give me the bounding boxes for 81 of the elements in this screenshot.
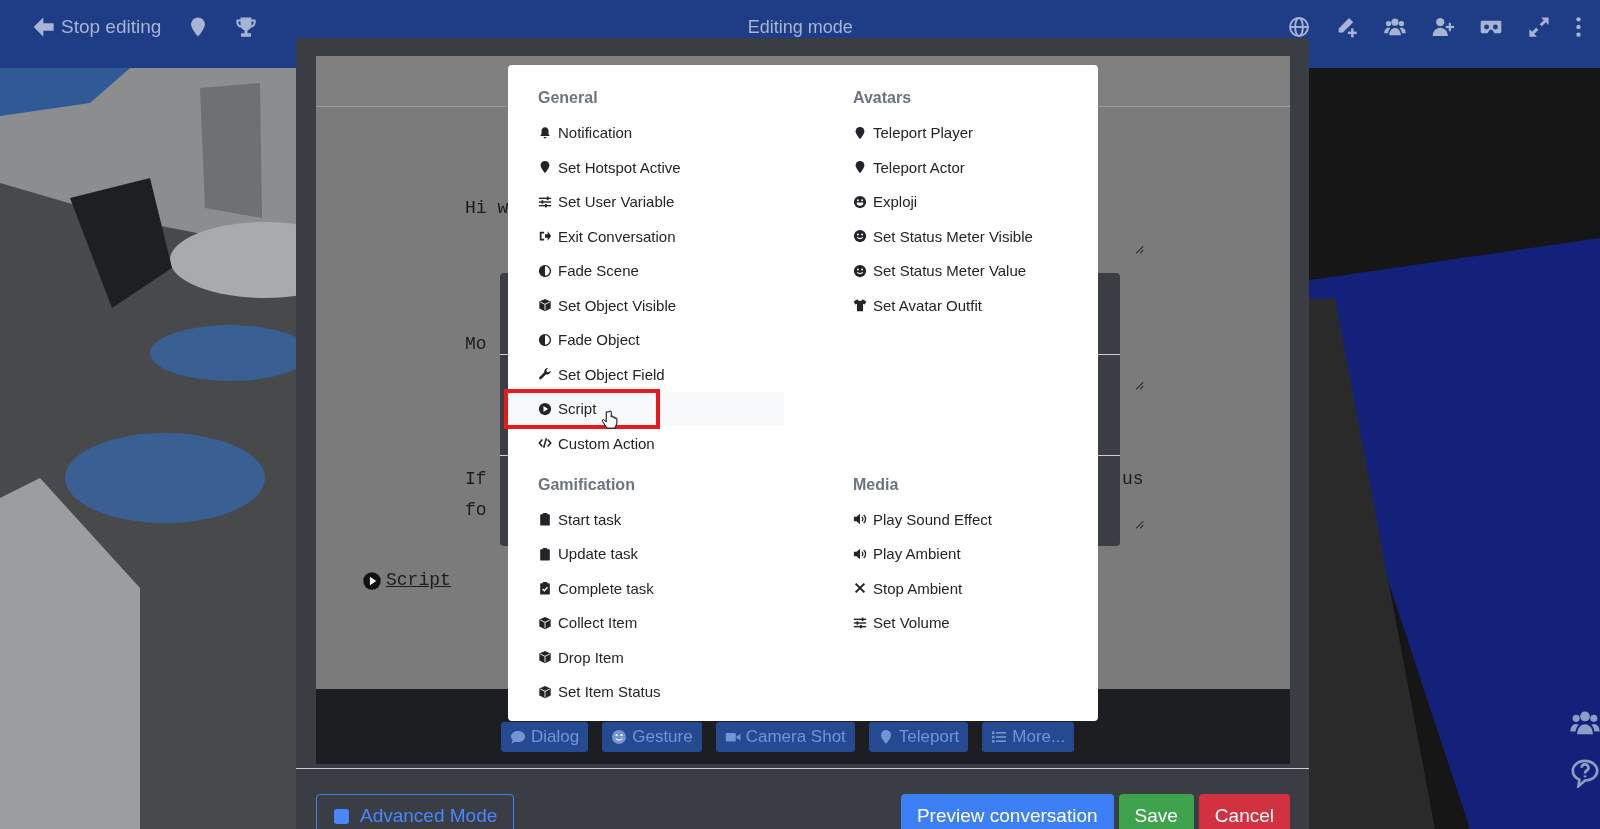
menu-item[interactable]: Custom Action (508, 426, 784, 461)
half-circle-icon (538, 332, 552, 347)
map-pin-icon (853, 160, 867, 175)
menu-item[interactable]: Play Sound Effect (823, 502, 1099, 537)
footer-button[interactable]: Cancel (1198, 794, 1290, 829)
hand-cursor-icon (600, 409, 620, 430)
bell-icon (538, 125, 552, 140)
users-icon (1384, 16, 1406, 38)
trophy-button[interactable] (235, 16, 258, 38)
menu-item[interactable]: Teleport Player (823, 115, 1099, 150)
menu-section-title: Gamification (537, 474, 636, 495)
comment-icon (510, 729, 526, 745)
menu-item[interactable]: Set Status Meter Value (823, 253, 1099, 288)
smile-icon (853, 263, 867, 278)
smile-icon (611, 729, 628, 745)
menu-section-title: Avatars (852, 88, 913, 108)
menu-item[interactable]: Set Object Field (508, 357, 784, 392)
menu-item[interactable]: Set Object Visible (508, 288, 784, 323)
menu-item[interactable]: Exit Conversation (508, 219, 784, 254)
grin-icon (853, 194, 867, 209)
play-icon (362, 570, 382, 591)
script-link[interactable]: Script (362, 565, 451, 596)
pencil-plus-icon (1336, 16, 1358, 38)
dialog-text: If (465, 468, 487, 491)
kebab-icon (1576, 17, 1581, 37)
menu-item[interactable]: Set Avatar Outfit (823, 288, 1099, 323)
speaker-icon (853, 546, 867, 561)
menu-item[interactable]: Set Hotspot Active (508, 150, 784, 185)
user-plus-icon (1432, 16, 1454, 38)
list-icon (991, 729, 1008, 745)
menu-section-title: Media (852, 474, 900, 495)
menu-item[interactable]: Set User Variable (508, 184, 784, 219)
menu-item[interactable]: Update task (508, 536, 784, 571)
trophy-icon (235, 16, 258, 38)
half-circle-icon (538, 263, 552, 278)
menu-item[interactable]: Notification (508, 115, 784, 150)
footer-button[interactable]: Preview conversation (900, 794, 1114, 829)
smile-icon (853, 229, 867, 244)
cube-icon (538, 615, 552, 630)
menu-item[interactable]: Set Status Meter Visible (823, 219, 1099, 254)
play-icon (538, 401, 552, 416)
close-icon (853, 581, 867, 596)
map-pin-icon (853, 125, 867, 140)
code-icon (538, 436, 552, 451)
menu-item[interactable]: Exploji (823, 184, 1099, 219)
dialog-text: fo (465, 499, 487, 522)
dialog-text: Mo (465, 333, 487, 356)
page-title: Editing mode (746, 16, 854, 38)
menu-item[interactable]: Complete task (508, 571, 784, 606)
sliders-icon (538, 194, 552, 209)
clipboard-icon (538, 512, 552, 527)
square-icon (333, 807, 350, 825)
cube-icon (538, 684, 552, 699)
globe-icon (1288, 16, 1310, 38)
cube-icon (538, 298, 552, 313)
menu-item[interactable]: Teleport Actor (823, 150, 1099, 185)
menu-item[interactable]: Stop Ambient (823, 571, 1099, 606)
menu-item[interactable]: Play Ambient (823, 536, 1099, 571)
menu-section-title: General (537, 88, 599, 108)
help-bubble-icon (1570, 758, 1600, 788)
menu-item[interactable]: Set Item Status (508, 674, 784, 709)
sliders-icon (853, 615, 867, 630)
clipboard-icon (538, 546, 552, 561)
arrow-left-icon (33, 16, 55, 38)
wrench-icon (538, 367, 552, 382)
dialog-text: us (1122, 468, 1144, 491)
help-button[interactable] (1570, 758, 1600, 788)
stop-editing-button[interactable]: Stop editing (33, 16, 162, 38)
menu-item[interactable]: Set Volume (823, 605, 1099, 640)
map-pin-icon (538, 160, 552, 175)
menu-item[interactable]: Collect Item (508, 605, 784, 640)
menu-item[interactable]: Fade Scene (508, 253, 784, 288)
clipboard-check-icon (538, 581, 552, 596)
expand-icon (1528, 16, 1550, 38)
speaker-icon (853, 512, 867, 527)
dialog-text: Hi w (465, 197, 509, 220)
cube-icon (538, 650, 552, 665)
tshirt-icon (853, 298, 867, 313)
menu-item[interactable]: Fade Object (508, 322, 784, 357)
menu-item[interactable]: Drop Item (508, 640, 784, 675)
menu-item[interactable]: Start task (508, 502, 784, 537)
